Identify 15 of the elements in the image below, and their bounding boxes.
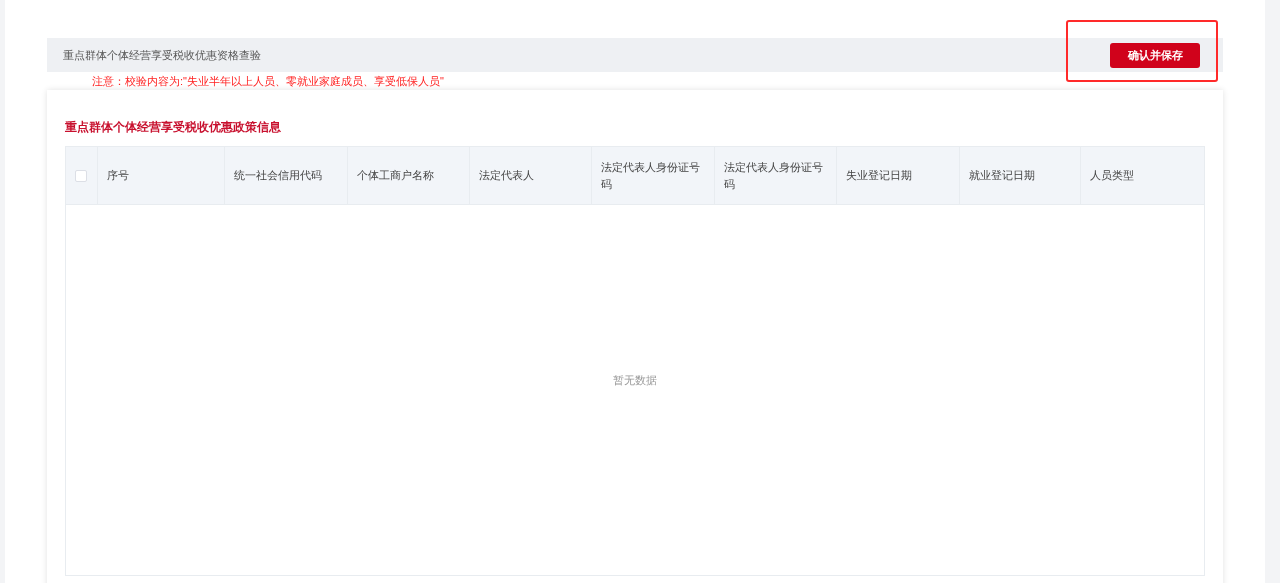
empty-text: 暂无数据 <box>613 372 657 388</box>
column-header: 法定代表人身份证号码 <box>723 159 824 192</box>
select-all-checkbox[interactable] <box>75 169 88 182</box>
card-title: 重点群体个体经营享受税收优惠政策信息 <box>65 119 282 136</box>
column-header: 失业登记日期 <box>846 168 913 183</box>
column-header: 法定代表人 <box>478 168 534 183</box>
confirm-save-button[interactable]: 确认并保存 <box>1110 42 1200 68</box>
column-header: 个体工商户名称 <box>357 168 434 183</box>
column-header: 序号 <box>106 168 129 183</box>
note-text: 注意：校验内容为:"失业半年以上人员、零就业家庭成员、享受低保人员" <box>92 73 444 89</box>
column-header: 统一社会信用代码 <box>234 168 323 183</box>
column-header: 人员类型 <box>1090 168 1135 183</box>
section-title: 重点群体个体经营享受税收优惠资格查验 <box>63 47 261 63</box>
column-header: 就业登记日期 <box>968 168 1035 183</box>
column-header: 法定代表人身份证号码 <box>601 159 702 192</box>
